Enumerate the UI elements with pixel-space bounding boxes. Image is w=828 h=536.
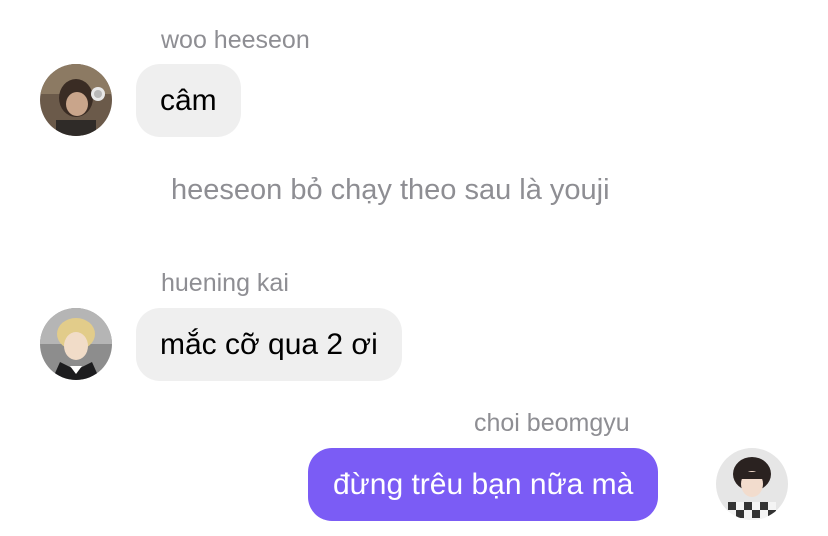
sender-name: choi beomgyu [474,409,630,437]
system-message: heeseon bỏ chạy theo sau là youji [171,174,610,206]
user-avatar-icon[interactable] [40,64,112,136]
message-bubble[interactable]: mắc cỡ qua 2 ơi [136,308,402,381]
user-avatar-icon[interactable] [716,448,788,520]
sender-name: huening kai [161,269,289,297]
message-bubble[interactable]: đừng trêu bạn nữa mà [308,448,659,521]
user-avatar-icon[interactable] [40,308,112,380]
sender-name: woo heeseon [161,26,310,54]
message-bubble[interactable]: câm [136,64,241,137]
